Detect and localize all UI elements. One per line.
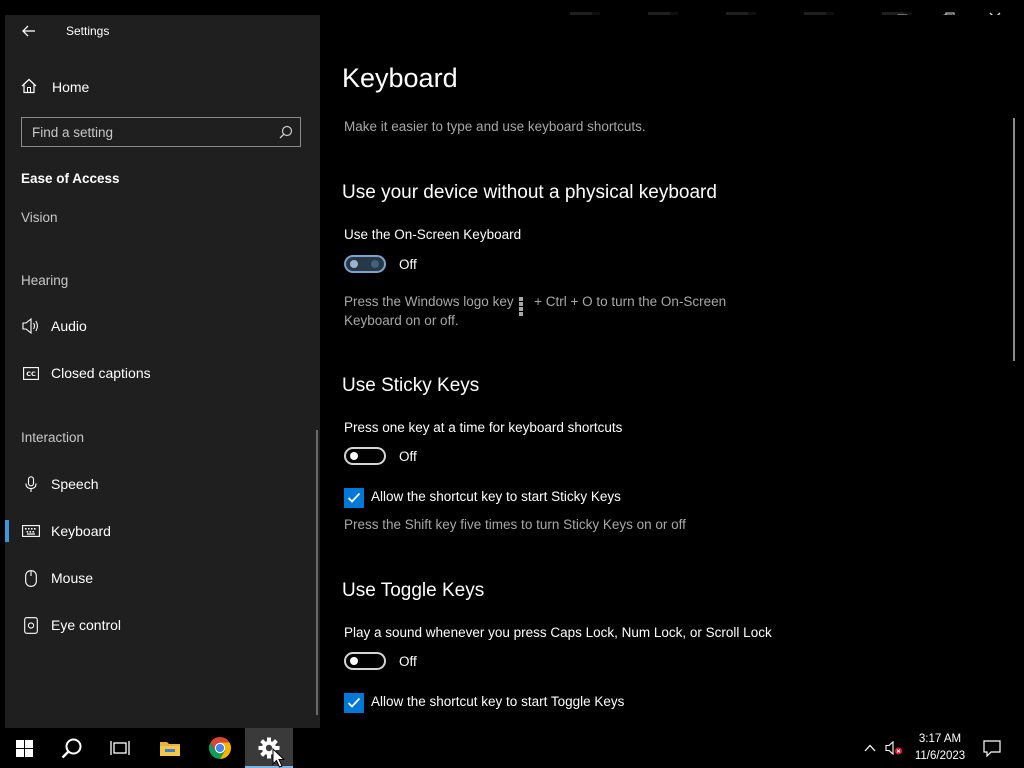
sticky-shortcut-checkbox[interactable] xyxy=(344,488,364,508)
start-button[interactable] xyxy=(0,728,48,768)
home-icon xyxy=(21,78,37,94)
sidebar-item-mouse[interactable]: Mouse xyxy=(5,560,320,596)
notifications-icon xyxy=(983,739,1001,757)
sidebar-item-audio[interactable]: Audio xyxy=(5,308,320,344)
sidebar-item-label: Home xyxy=(52,79,90,95)
keyboard-icon xyxy=(22,522,40,540)
toggle-knob xyxy=(350,657,358,665)
volume-button[interactable] xyxy=(884,728,904,768)
mouse-cursor-icon xyxy=(272,748,286,768)
taskbar: 3:17 AM 11/6/2023 xyxy=(0,728,1024,768)
sticky-setting-label: Press one key at a time for keyboard sho… xyxy=(344,420,623,435)
osk-toggle-state: Off xyxy=(399,257,417,272)
osk-help-before: Press the Windows logo key xyxy=(344,294,514,309)
closed-captions-icon: CC xyxy=(22,364,40,382)
settings-content: Keyboard Make it easier to type and use … xyxy=(320,15,1022,728)
task-view-icon xyxy=(110,741,130,755)
section-heading-toggle-keys: Use Toggle Keys xyxy=(342,580,485,601)
start-icon xyxy=(15,739,33,757)
chrome-button[interactable] xyxy=(196,728,244,768)
back-button[interactable] xyxy=(19,21,39,41)
action-center-button[interactable] xyxy=(980,728,1004,768)
content-scrollbar[interactable] xyxy=(1013,118,1015,361)
clock-time: 3:17 AM xyxy=(918,733,962,745)
show-hidden-icons-button[interactable] xyxy=(860,728,880,768)
group-heading-vision: Vision xyxy=(21,210,58,225)
eye-control-icon xyxy=(22,616,40,634)
sidebar-item-label: Eye control xyxy=(51,617,122,633)
group-heading-interaction: Interaction xyxy=(21,430,85,445)
svg-text:CC: CC xyxy=(26,370,36,378)
sidebar-item-label: Mouse xyxy=(51,570,94,586)
search-input[interactable] xyxy=(22,118,272,146)
title-bar: Settings xyxy=(5,15,320,47)
sticky-toggle-state: Off xyxy=(399,449,417,464)
checkmark-icon xyxy=(347,492,361,503)
search-icon[interactable] xyxy=(279,125,293,139)
sidebar-item-home[interactable]: Home xyxy=(5,72,320,102)
sidebar-scrollbar[interactable] xyxy=(316,430,318,715)
sidebar-item-label: Keyboard xyxy=(51,523,111,539)
sidebar-item-label: Speech xyxy=(51,476,99,492)
sidebar-item-label: Closed captions xyxy=(51,365,151,381)
windows-logo-icon xyxy=(519,297,528,316)
settings-sidebar: Settings Home Ease of Access Vision Hear… xyxy=(5,15,320,728)
taskbar-clock[interactable]: 3:17 AM 11/6/2023 xyxy=(905,731,975,765)
sidebar-item-speech[interactable]: Speech xyxy=(5,466,320,502)
file-explorer-button[interactable] xyxy=(146,728,194,768)
sidebar-item-keyboard[interactable]: Keyboard xyxy=(5,513,320,549)
mouse-icon xyxy=(22,569,40,587)
chevron-up-icon xyxy=(864,744,876,752)
chrome-icon xyxy=(208,737,232,759)
task-view-button[interactable] xyxy=(96,728,144,768)
back-arrow-icon xyxy=(22,25,35,37)
volume-muted-icon xyxy=(885,740,903,756)
taskbar-search-button[interactable] xyxy=(48,728,96,768)
search-icon xyxy=(61,738,82,759)
checkmark-icon xyxy=(347,697,361,708)
osk-toggle[interactable] xyxy=(344,255,386,273)
section-heading-osk: Use your device without a physical keybo… xyxy=(342,182,717,203)
osk-setting-label: Use the On-Screen Keyboard xyxy=(344,227,522,242)
sticky-keys-toggle[interactable] xyxy=(344,447,386,465)
group-heading-hearing: Hearing xyxy=(21,273,69,288)
speaker-icon xyxy=(22,317,40,335)
sidebar-item-eye-control[interactable]: Eye control xyxy=(5,607,320,643)
toggle-keys-setting-label: Play a sound whenever you press Caps Loc… xyxy=(344,625,772,640)
sidebar-item-closed-captions[interactable]: CC Closed captions xyxy=(5,355,320,391)
clock-date: 11/6/2023 xyxy=(914,750,966,762)
page-title: Keyboard xyxy=(342,63,458,93)
sidebar-item-label: Audio xyxy=(51,318,87,334)
sticky-shortcut-label[interactable]: Allow the shortcut key to start Sticky K… xyxy=(371,489,621,504)
toggle-keys-toggle-state: Off xyxy=(399,654,417,669)
toggle-keys-shortcut-checkbox[interactable] xyxy=(344,693,364,713)
file-explorer-icon xyxy=(160,742,180,756)
toggle-keys-toggle[interactable] xyxy=(344,652,386,670)
sticky-help-text: Press the Shift key five times to turn S… xyxy=(344,517,686,532)
toggle-knob xyxy=(350,260,358,268)
toggle-knob xyxy=(350,452,358,460)
osk-help-text: Press the Windows logo key + Ctrl + O to… xyxy=(344,292,764,330)
microphone-icon xyxy=(22,475,40,493)
toggle-keys-shortcut-label[interactable]: Allow the shortcut key to start Toggle K… xyxy=(371,694,624,709)
section-title: Ease of Access xyxy=(21,171,120,186)
app-title: Settings xyxy=(66,24,110,38)
selection-indicator xyxy=(5,520,9,542)
page-description: Make it easier to type and use keyboard … xyxy=(344,119,646,134)
search-box[interactable] xyxy=(21,117,301,147)
section-heading-sticky-keys: Use Sticky Keys xyxy=(342,375,480,396)
